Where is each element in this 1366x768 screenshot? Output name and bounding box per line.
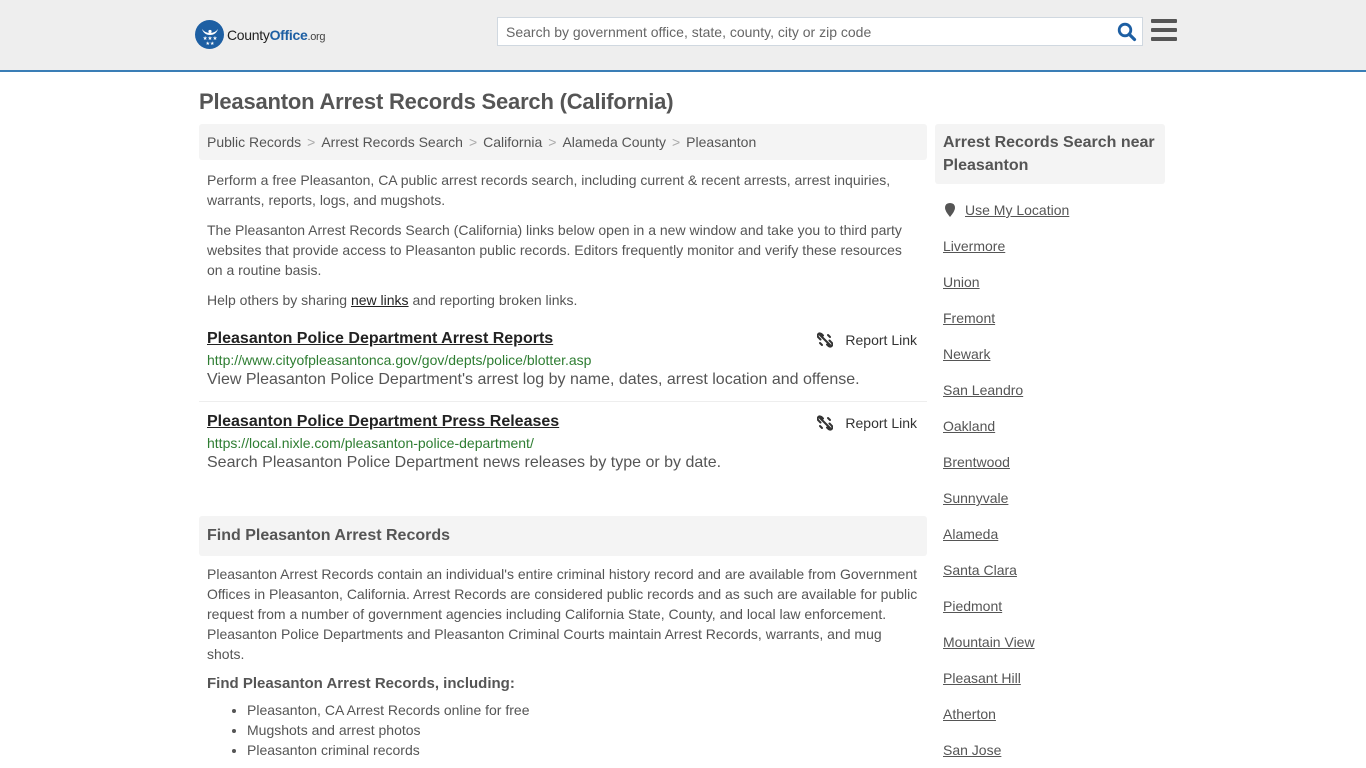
result-item: Pleasanton Police Department Press Relea… <box>199 401 927 472</box>
result-item: Pleasanton Police Department Arrest Repo… <box>199 330 927 401</box>
bullet-item: Mugshots and arrest photos <box>247 720 927 740</box>
sidebar: Arrest Records Search near Pleasanton Us… <box>935 124 1165 768</box>
city-link-atherton[interactable]: Atherton <box>943 706 996 722</box>
city-link-pleasant-hill[interactable]: Pleasant Hill <box>943 670 1021 686</box>
sidebar-city-item: San Leandro <box>943 372 1165 408</box>
city-link-sunnyvale[interactable]: Sunnyvale <box>943 490 1008 506</box>
search-box <box>497 17 1143 46</box>
find-records-heading: Find Pleasanton Arrest Records <box>199 516 927 556</box>
report-link-label: Report Link <box>845 415 917 431</box>
hamburger-menu-icon[interactable] <box>1151 19 1177 41</box>
breadcrumb-separator: > <box>468 134 478 150</box>
site-header: ★★★ ★★ CountyOffice.org <box>0 0 1366 72</box>
breadcrumb-pleasanton[interactable]: Pleasanton <box>686 134 756 150</box>
sidebar-city-item: Piedmont <box>943 588 1165 624</box>
city-link-oakland[interactable]: Oakland <box>943 418 995 434</box>
city-link-fremont[interactable]: Fremont <box>943 310 995 326</box>
breadcrumb-separator: > <box>548 134 557 150</box>
page-title: Pleasanton Arrest Records Search (Califo… <box>199 89 674 114</box>
results-list: Pleasanton Police Department Arrest Repo… <box>199 330 927 472</box>
sidebar-city-item: San Jose <box>943 732 1165 768</box>
breadcrumb-california[interactable]: California <box>483 134 542 150</box>
sidebar-city-item: Atherton <box>943 696 1165 732</box>
breadcrumb-public-records[interactable]: Public Records <box>207 134 301 150</box>
sidebar-city-item: Oakland <box>943 408 1165 444</box>
sidebar-heading: Arrest Records Search near Pleasanton <box>935 124 1165 184</box>
use-my-location-link[interactable]: Use My Location <box>965 202 1069 218</box>
report-link-button[interactable]: Report Link <box>817 415 917 431</box>
sidebar-city-item: Livermore <box>943 228 1165 264</box>
search-input[interactable] <box>498 18 1098 45</box>
intro-text: Perform a free Pleasanton, CA public arr… <box>199 170 927 310</box>
intro-paragraph-3: Help others by sharing new links and rep… <box>207 292 578 308</box>
bullet-item: Pleasanton, CA Arrest Records online for… <box>247 700 927 720</box>
broken-link-icon <box>817 332 834 348</box>
result-url: https://local.nixle.com/pleasanton-polic… <box>207 435 534 451</box>
breadcrumb: Public Records > Arrest Records Search > Cal… <box>199 124 927 160</box>
breadcrumb-separator: > <box>671 134 681 150</box>
intro-paragraph-1: Perform a free Pleasanton, CA public arr… <box>207 172 891 208</box>
sidebar-city-item: Pleasant Hill <box>943 660 1165 696</box>
result-description: View Pleasanton Police Department's arre… <box>207 371 860 388</box>
use-my-location: Use My Location <box>943 192 1165 228</box>
find-records-subheading: Find Pleasanton Arrest Records, includin… <box>207 675 515 692</box>
sidebar-city-item: Newark <box>943 336 1165 372</box>
sidebar-city-item: Sunnyvale <box>943 480 1165 516</box>
sidebar-city-item: Union <box>943 264 1165 300</box>
result-url: http://www.cityofpleasantonca.gov/gov/de… <box>207 352 592 368</box>
report-link-label: Report Link <box>845 332 917 348</box>
city-link-newark[interactable]: Newark <box>943 346 990 362</box>
bullet-item: Pleasanton criminal records <box>247 740 927 760</box>
city-link-livermore[interactable]: Livermore <box>943 238 1005 254</box>
find-records-bullets: Pleasanton, CA Arrest Records online for… <box>199 700 927 760</box>
report-link-button[interactable]: Report Link <box>817 332 917 348</box>
sidebar-city-item: Alameda <box>943 516 1165 552</box>
find-records-section: Find Pleasanton Arrest Records Pleasanto… <box>199 516 927 760</box>
city-link-alameda[interactable]: Alameda <box>943 526 998 542</box>
city-link-piedmont[interactable]: Piedmont <box>943 598 1002 614</box>
breadcrumb-arrest-records-search[interactable]: Arrest Records Search <box>321 134 463 150</box>
result-title-link[interactable]: Pleasanton Police Department Press Relea… <box>207 413 559 431</box>
site-logo[interactable]: ★★★ ★★ CountyOffice.org <box>195 20 326 49</box>
svg-text:★★: ★★ <box>205 41 214 46</box>
nearby-cities-list: Use My Location Livermore Union Fremont … <box>935 192 1165 768</box>
broken-link-icon <box>817 415 834 431</box>
breadcrumb-separator: > <box>307 134 316 150</box>
intro-paragraph-2: The Pleasanton Arrest Records Search (Ca… <box>207 222 902 278</box>
main-content: Public Records > Arrest Records Search > Cal… <box>199 124 927 760</box>
city-link-san-leandro[interactable]: San Leandro <box>943 382 1023 398</box>
sidebar-city-item: Fremont <box>943 300 1165 336</box>
new-links-link[interactable]: new links <box>351 292 409 308</box>
city-link-union[interactable]: Union <box>943 274 980 290</box>
result-description: Search Pleasanton Police Department news… <box>207 454 722 471</box>
logo-wordmark: CountyOffice.org <box>227 26 326 43</box>
city-link-brentwood[interactable]: Brentwood <box>943 454 1010 470</box>
search-icon[interactable] <box>1117 22 1137 42</box>
city-link-san-jose[interactable]: San Jose <box>943 742 1001 758</box>
sidebar-city-item: Santa Clara <box>943 552 1165 588</box>
city-link-mountain-view[interactable]: Mountain View <box>943 634 1035 650</box>
map-pin-icon <box>945 203 955 217</box>
sidebar-city-item: Mountain View <box>943 624 1165 660</box>
sidebar-city-item: Brentwood <box>943 444 1165 480</box>
city-link-santa-clara[interactable]: Santa Clara <box>943 562 1017 578</box>
find-records-body: Pleasanton Arrest Records contain an ind… <box>207 566 918 662</box>
eagle-logo-icon: ★★★ ★★ <box>195 20 224 49</box>
breadcrumb-alameda-county[interactable]: Alameda County <box>562 134 666 150</box>
result-title-link[interactable]: Pleasanton Police Department Arrest Repo… <box>207 330 553 348</box>
